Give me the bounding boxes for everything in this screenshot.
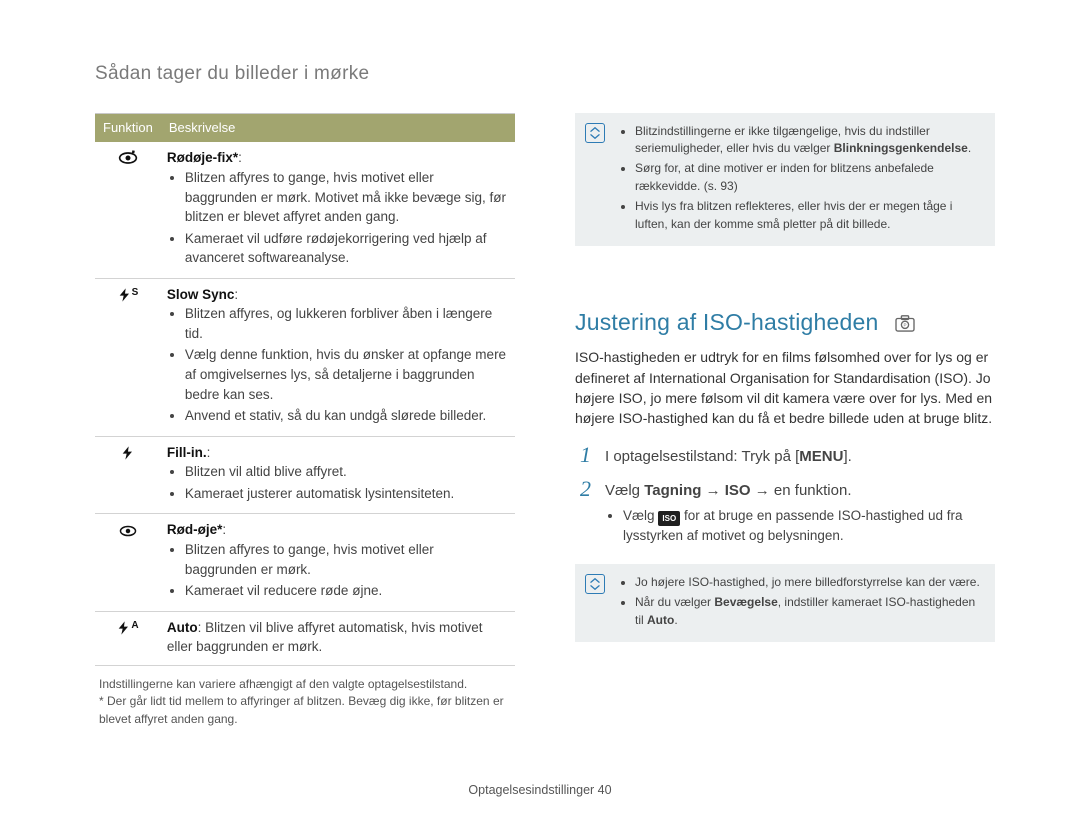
page-heading: Sådan tager du billeder i mørke <box>95 60 995 88</box>
callout-item: Sørg for, at dine motiver er inden for b… <box>635 160 983 195</box>
func-title-slow-sync: Slow Sync <box>167 287 235 302</box>
table-row: Rød-øje*: Blitzen affyres to gange, hvis… <box>95 514 515 611</box>
table-row: S Slow Sync: Blitzen affyres, og lukkere… <box>95 278 515 436</box>
fill-in-icon <box>120 443 136 472</box>
col-header-function: Funktion <box>95 113 161 142</box>
info-icon <box>585 574 605 594</box>
iso-paragraph: ISO-hastigheden er udtryk for en films f… <box>575 347 995 428</box>
callout-item: Blitzindstillingerne er ikke tilgængelig… <box>635 123 983 158</box>
footnote-delay: * Der går lidt tid mellem to affyringer … <box>99 693 515 728</box>
info-callout-flash: Blitzindstillingerne er ikke tilgængelig… <box>575 113 995 246</box>
auto-flash-icon: A <box>116 618 139 647</box>
step-2-sub: Vælg ISO for at bruge en passende ISO-ha… <box>623 506 995 546</box>
callout-item: Når du vælger Bevægelse, indstiller kame… <box>635 594 983 629</box>
callout-item: Hvis lys fra blitzen reflekteres, eller … <box>635 198 983 233</box>
list-item: Anvend et stativ, så du kan undgå sløred… <box>185 406 509 426</box>
callout-item: Jo højere ISO-hastighed, jo mere billedf… <box>635 574 983 591</box>
svg-text:P: P <box>903 322 906 327</box>
table-row: Rødøje-fix*: Blitzen affyres to gange, h… <box>95 142 515 278</box>
func-title-redeye-fix: Rødøje-fix* <box>167 150 238 165</box>
list-item: Vælg denne funktion, hvis du ønsker at o… <box>185 345 509 404</box>
func-title-red-eye: Rød-øje* <box>167 522 223 537</box>
col-header-description: Beskrivelse <box>161 113 515 142</box>
list-item: Blitzen vil altid blive affyret. <box>185 462 509 482</box>
list-item: Kameraet justerer automatisk lysintensit… <box>185 484 509 504</box>
redeye-fix-icon <box>116 148 140 177</box>
red-eye-icon <box>116 520 140 549</box>
slow-sync-icon: S <box>117 285 140 314</box>
table-row: Fill-in.: Blitzen vil altid blive affyre… <box>95 436 515 514</box>
footnote-settings: Indstillingerne kan variere afhængigt af… <box>99 676 515 693</box>
func-title-fill-in: Fill-in. <box>167 445 207 460</box>
step-1: 1 I optagelsestilstand: Tryk på [MENU]. <box>575 444 995 468</box>
section-heading-iso: Justering af ISO-hastigheden <box>575 306 879 339</box>
func-title-auto: Auto <box>167 620 198 635</box>
auto-desc: : Blitzen vil blive affyret automatisk, … <box>167 620 483 655</box>
info-callout-iso: Jo højere ISO-hastighed, jo mere billedf… <box>575 564 995 642</box>
info-icon <box>585 123 605 143</box>
menu-key: MENU <box>799 446 843 468</box>
camera-mode-icon: P <box>893 313 917 333</box>
page-footer: Optagelsesindstillinger 40 <box>0 781 1080 799</box>
list-item: Kameraet vil reducere røde øjne. <box>185 581 509 601</box>
table-row: A Auto: Blitzen vil blive affyret automa… <box>95 611 515 665</box>
function-table: Funktion Beskrivelse Rødøje-fix*: <box>95 113 515 666</box>
list-item: Blitzen affyres to gange, hvis motivet e… <box>185 540 509 579</box>
list-item: Blitzen affyres to gange, hvis motivet e… <box>185 168 509 227</box>
right-column: Blitzindstillingerne er ikke tilgængelig… <box>575 113 995 728</box>
step-2: 2 Vælg Tagning → ISO → en funktion. Vælg… <box>575 478 995 546</box>
iso-auto-badge: ISO <box>658 511 680 526</box>
list-item: Blitzen affyres, og lukkeren forbliver å… <box>185 304 509 343</box>
list-item: Kameraet vil udføre rødøjekorrigering ve… <box>185 229 509 268</box>
left-column: Funktion Beskrivelse Rødøje-fix*: <box>95 113 515 728</box>
